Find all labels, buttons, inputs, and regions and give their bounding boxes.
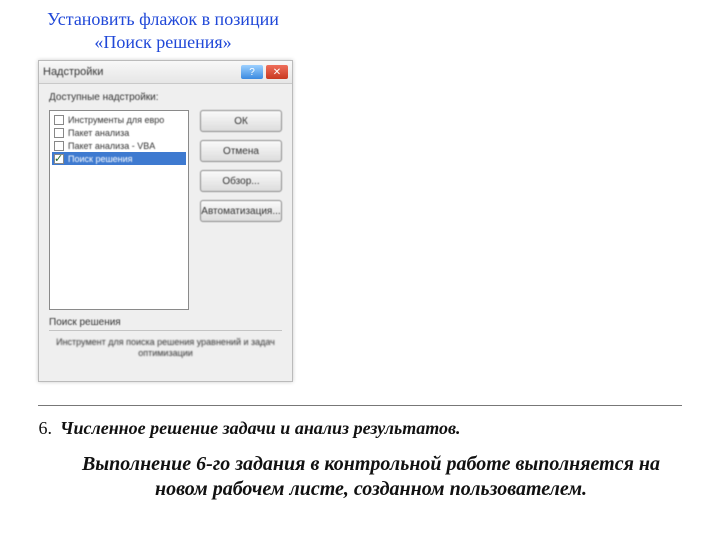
list-item-label: Инструменты для евро: [68, 115, 164, 125]
available-label: Доступные надстройки:: [49, 92, 282, 103]
addins-listbox[interactable]: Инструменты для евро Пакет анализа Пакет…: [49, 110, 189, 310]
cancel-button[interactable]: Отмена: [200, 140, 282, 162]
checkbox[interactable]: [54, 128, 64, 138]
description-body: Инструмент для поиска решения уравнений …: [49, 337, 282, 359]
instruction-caption: Установить флажок в позиции «Поиск решен…: [38, 8, 288, 53]
list-item[interactable]: Поиск решения: [52, 152, 186, 165]
ok-button[interactable]: ОК: [200, 110, 282, 132]
list-item-label: Пакет анализа: [68, 128, 129, 138]
paragraph: Выполнение 6-го задания в контрольной ра…: [60, 452, 682, 502]
list-item[interactable]: Пакет анализа - VBA: [52, 139, 186, 152]
addins-dialog: Надстройки ? ✕ Доступные надстройки: Инс…: [38, 60, 293, 382]
list-item-label: Поиск решения: [68, 154, 133, 164]
description-title: Поиск решения: [49, 317, 282, 328]
titlebar: Надстройки ? ✕: [39, 61, 292, 84]
caption-line1: Установить флажок в позиции: [47, 9, 279, 29]
caption-line2: «Поиск решения»: [94, 32, 231, 52]
horizontal-rule: [38, 405, 682, 406]
step-title: Численное решение задачи и анализ резуль…: [60, 418, 461, 439]
step-number: 6.: [20, 418, 60, 439]
close-button[interactable]: ✕: [266, 65, 288, 79]
checkbox[interactable]: [54, 141, 64, 151]
window-buttons: ? ✕: [241, 65, 288, 79]
checkbox[interactable]: [54, 154, 64, 164]
list-item[interactable]: Пакет анализа: [52, 126, 186, 139]
button-column: ОК Отмена Обзор... Автоматизация...: [200, 110, 282, 222]
checkbox[interactable]: [54, 115, 64, 125]
browse-button[interactable]: Обзор...: [200, 170, 282, 192]
list-item[interactable]: Инструменты для евро: [52, 113, 186, 126]
help-button[interactable]: ?: [241, 65, 263, 79]
dialog-title: Надстройки: [43, 66, 103, 78]
divider: [49, 330, 282, 331]
step-heading: 6. Численное решение задачи и анализ рез…: [20, 418, 682, 439]
list-item-label: Пакет анализа - VBA: [68, 141, 155, 151]
description-panel: Поиск решения Инструмент для поиска реше…: [49, 317, 282, 372]
automation-button[interactable]: Автоматизация...: [200, 200, 282, 222]
dialog-body: Доступные надстройки: Инструменты для ев…: [39, 84, 292, 382]
